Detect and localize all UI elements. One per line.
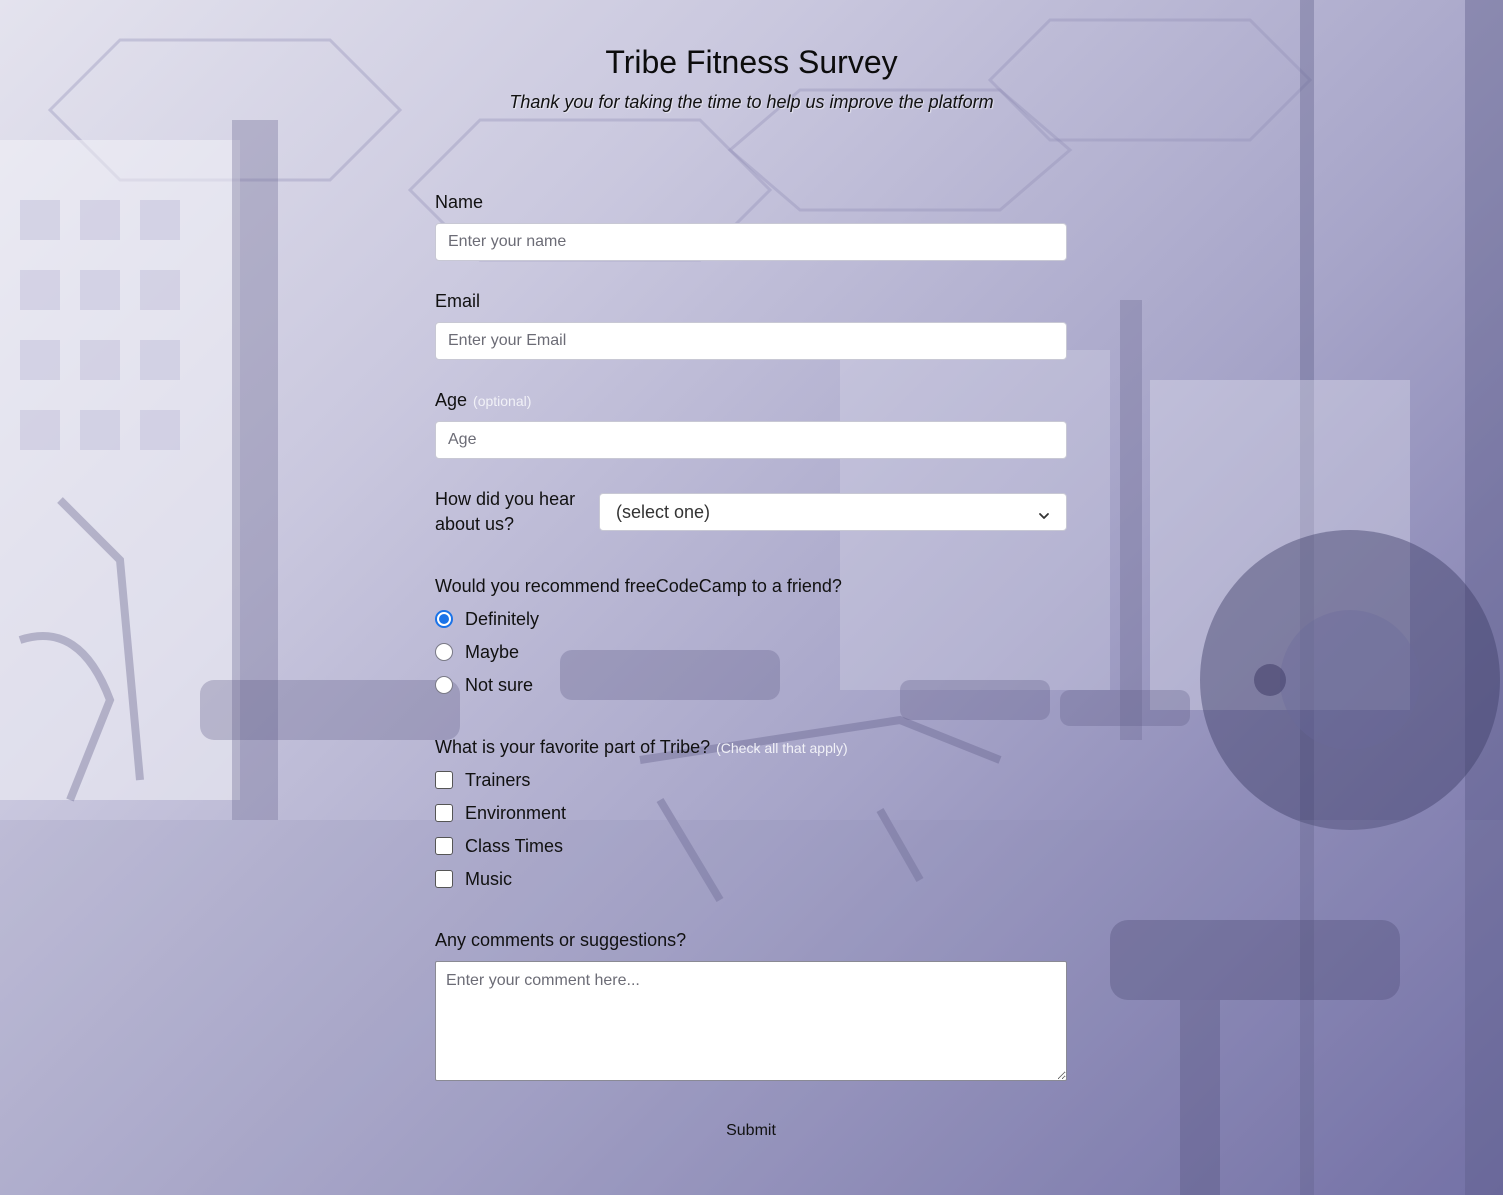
chevron-down-icon — [1038, 506, 1050, 519]
radio-label-not-sure: Not sure — [465, 674, 534, 695]
checkbox-trainers[interactable] — [435, 771, 453, 789]
checkbox-music[interactable] — [435, 870, 453, 888]
age-label-group: Age (optional) — [435, 390, 531, 411]
page-subtitle: Thank you for taking the time to help us… — [509, 92, 994, 112]
recommend-label: Would you recommend freeCodeCamp to a fr… — [435, 576, 842, 596]
checkbox-label-class-times: Class Times — [465, 835, 564, 856]
favorite-hint: (Check all that apply) — [716, 740, 848, 756]
referral-select[interactable]: (select one) — [599, 493, 1067, 531]
name-input[interactable] — [435, 223, 1067, 261]
checkbox-class-times[interactable] — [435, 837, 453, 855]
age-label: Age — [435, 390, 468, 410]
favorite-label-group: What is your favorite part of Tribe? (Che… — [435, 737, 848, 758]
favorite-option-music[interactable]: Music — [435, 867, 512, 891]
comments-textarea[interactable] — [435, 961, 1067, 1081]
radio-label-maybe: Maybe — [465, 641, 520, 662]
name-label: Name — [435, 192, 484, 212]
radio-not-sure[interactable] — [435, 676, 453, 694]
favorite-option-trainers[interactable]: Trainers — [435, 768, 530, 792]
checkbox-label-environment: Environment — [465, 802, 567, 823]
submit-button[interactable]: Submit — [435, 1120, 1067, 1142]
recommend-option-definitely[interactable]: Definitely — [435, 607, 539, 631]
radio-definitely[interactable] — [435, 610, 453, 628]
email-input[interactable] — [435, 322, 1067, 360]
email-label: Email — [435, 291, 481, 311]
favorite-option-environment[interactable]: Environment — [435, 801, 566, 825]
page-title: Tribe Fitness Survey — [605, 44, 898, 80]
favorite-option-class-times[interactable]: Class Times — [435, 834, 563, 858]
recommend-option-not-sure[interactable]: Not sure — [435, 673, 533, 697]
referral-label: How did you hear about us? — [435, 489, 576, 534]
comments-label: Any comments or suggestions? — [435, 930, 687, 950]
favorite-label: What is your favorite part of Tribe? — [435, 737, 711, 757]
radio-maybe[interactable] — [435, 643, 453, 661]
referral-selected-value: (select one) — [616, 501, 711, 522]
checkbox-label-music: Music — [465, 868, 513, 889]
age-input[interactable] — [435, 421, 1067, 459]
radio-label-definitely: Definitely — [465, 608, 540, 629]
recommend-option-maybe[interactable]: Maybe — [435, 640, 519, 664]
checkbox-environment[interactable] — [435, 804, 453, 822]
age-optional-hint: (optional) — [473, 393, 532, 409]
checkbox-label-trainers: Trainers — [465, 769, 531, 790]
